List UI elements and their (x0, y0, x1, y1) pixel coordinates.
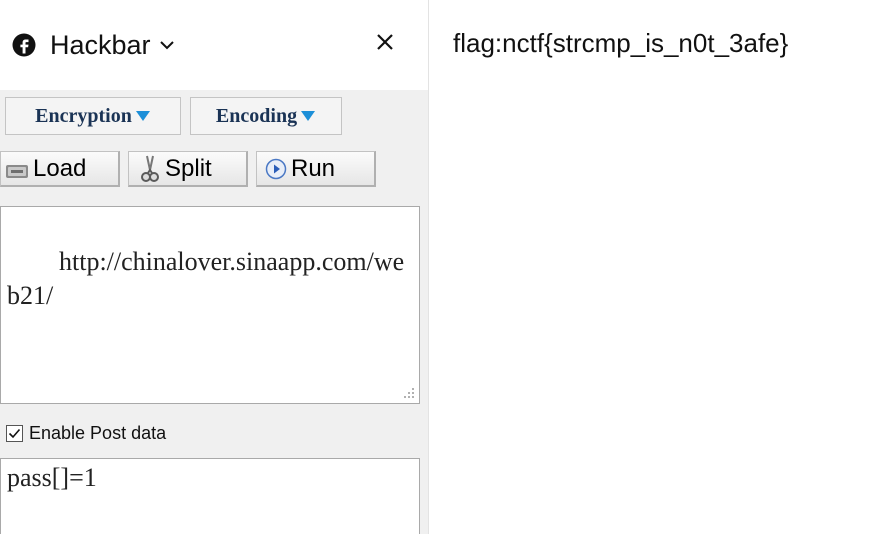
resize-grip-icon[interactable] (403, 387, 415, 399)
dropdown-triangle-icon (301, 111, 316, 121)
encryption-menu-label: Encryption (35, 104, 132, 127)
chevron-down-icon (159, 41, 174, 50)
hackbar-panel: Encryption Encoding Load Split Run http:… (0, 90, 428, 534)
sidebar-title: Hackbar (50, 30, 151, 60)
sidebar-header: Hackbar (0, 0, 428, 90)
dropdown-triangle-icon (135, 111, 150, 121)
encoding-menu-button[interactable]: Encoding (190, 97, 342, 135)
encoding-menu-label: Encoding (215, 104, 298, 127)
load-url-button[interactable]: Load (0, 151, 120, 187)
scissors-icon (141, 155, 159, 182)
enable-post-toggle[interactable]: Enable Post data (6, 420, 166, 446)
post-data-textarea[interactable]: pass[]=1 (0, 458, 420, 534)
load-label: Load (33, 154, 87, 182)
encryption-menu-button[interactable]: Encryption (5, 97, 181, 135)
run-label: Run (291, 154, 336, 182)
post-data-value: pass[]=1 (7, 463, 97, 492)
execute-button[interactable]: Run (256, 151, 376, 187)
browser-window: Hackbar Encryption Encoding Load Split R… (0, 0, 879, 534)
post-data-label: Enable Post data (29, 422, 167, 443)
split-label: Split (165, 154, 212, 182)
load-icon (6, 164, 28, 178)
url-value: http://chinalover.sinaapp.com/web21/ (7, 247, 405, 310)
post-data-checkbox[interactable] (6, 424, 23, 442)
addon-icon (12, 33, 36, 57)
split-url-button[interactable]: Split (128, 151, 248, 187)
page-content: flag:nctf{strcmp_is_n0t_3afe} (429, 0, 879, 534)
checkmark-icon (8, 428, 21, 438)
close-icon[interactable] (372, 29, 398, 55)
sidebar-switcher[interactable]: Hackbar (50, 28, 175, 62)
page-body-text: flag:nctf{strcmp_is_n0t_3afe} (453, 28, 789, 58)
play-icon (265, 158, 287, 179)
url-textarea[interactable]: http://chinalover.sinaapp.com/web21/ (0, 206, 420, 404)
hackbar-sidebar: Hackbar Encryption Encoding Load Split R… (0, 0, 429, 534)
